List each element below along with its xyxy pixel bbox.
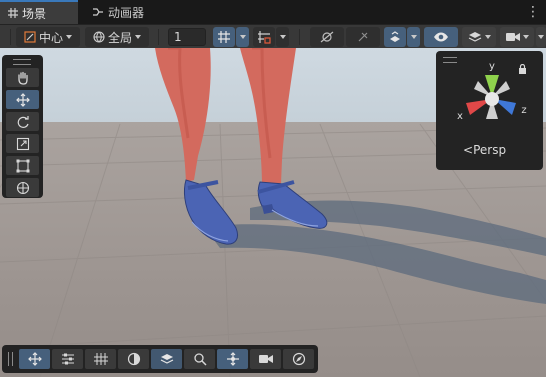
character-shadow	[205, 200, 546, 304]
space-dropdown[interactable]: 全局	[85, 27, 149, 47]
pivot-center-icon	[24, 31, 36, 43]
tab-animator[interactable]: 动画器	[86, 0, 150, 24]
axis-z-label: z	[521, 105, 526, 116]
camera-button[interactable]	[250, 349, 281, 369]
toolbar-overflow[interactable]	[536, 27, 546, 47]
layers-icon	[160, 354, 173, 364]
character-legs	[155, 48, 296, 186]
axis-y-label: y	[489, 61, 495, 72]
increment-snap-icon	[258, 31, 271, 44]
transform-tool-button[interactable]	[6, 178, 39, 197]
rect-icon	[16, 159, 29, 172]
chevron-down-icon	[66, 35, 72, 39]
space-label: 全局	[107, 30, 132, 45]
sliders-icon	[61, 353, 74, 365]
orientation-gizmo[interactable]: y x z <Persp	[436, 51, 543, 170]
fx-toggle[interactable]	[346, 27, 380, 47]
projection-toggle[interactable]: <Persp	[463, 143, 506, 157]
chevron-down-icon	[135, 35, 141, 39]
toolbar-separator	[158, 29, 159, 45]
draw-mode-toggle[interactable]	[310, 27, 344, 47]
grid-snapping-toggle[interactable]	[213, 27, 235, 47]
axis-x-label: x	[457, 111, 463, 122]
shading-icon	[127, 352, 140, 366]
scene-visibility-icon	[390, 31, 400, 42]
chevron-down-icon	[279, 35, 286, 39]
pivot-dropdown[interactable]: 中心	[16, 27, 80, 47]
move-icon	[15, 92, 30, 107]
gizmo-icon	[226, 352, 239, 366]
chevron-down-icon	[538, 35, 544, 39]
globe-icon	[93, 31, 105, 43]
grid-snap-button[interactable]	[85, 349, 116, 369]
layers-dropdown[interactable]	[462, 27, 496, 47]
sliders-button[interactable]	[52, 349, 83, 369]
chevron-down-icon	[522, 35, 529, 39]
compass-icon	[292, 352, 305, 366]
hidden-objects-toggle[interactable]	[424, 27, 458, 47]
eye-icon	[434, 32, 448, 42]
move-icon	[27, 352, 42, 366]
scene-visibility-toggle[interactable]	[384, 27, 406, 47]
perspective-icon: <	[463, 143, 474, 157]
grid-icon	[8, 8, 18, 18]
chevron-down-icon	[484, 35, 491, 39]
rotate-tool-button[interactable]	[6, 112, 39, 131]
view-tool-button[interactable]	[6, 68, 39, 87]
overlay-grip[interactable]	[8, 352, 13, 366]
tab-bar: 场景 动画器 ⋮	[0, 0, 546, 24]
grid-snap-icon	[218, 31, 230, 43]
rotate-icon	[17, 115, 29, 128]
overlay-grip[interactable]	[13, 59, 31, 65]
grid-snap-icon	[93, 353, 108, 365]
draw-mode-icon	[320, 31, 334, 43]
tab-scene-label: 场景	[22, 6, 47, 21]
scale-tool-button[interactable]	[6, 134, 39, 153]
search-icon	[193, 353, 207, 366]
increment-snap-dropdown[interactable]	[276, 27, 289, 47]
tools-overlay	[2, 55, 43, 198]
fx-icon	[358, 32, 368, 42]
increment-snap-toggle[interactable]	[253, 27, 275, 47]
chevron-down-icon	[410, 35, 417, 39]
rect-tool-button[interactable]	[6, 156, 39, 175]
transform-icon	[16, 181, 29, 194]
tab-animator-label: 动画器	[108, 5, 145, 20]
layers-icon	[468, 32, 481, 42]
more-menu-icon[interactable]: ⋮	[526, 3, 540, 21]
toolbar-separator	[299, 29, 300, 45]
gizmos-button[interactable]	[217, 349, 248, 369]
move-tool-button[interactable]	[6, 90, 39, 109]
scene-toolbar: 中心 全局 1	[0, 24, 546, 48]
hand-icon	[17, 71, 28, 85]
toolbar-grip	[10, 29, 11, 45]
grid-snapping-dropdown[interactable]	[236, 27, 249, 47]
shading-mode-button[interactable]	[118, 349, 149, 369]
camera-icon	[258, 355, 273, 363]
bottom-overlay-toolbar	[2, 345, 318, 373]
axis-gizmo[interactable]: y x z	[454, 59, 530, 135]
pivot-label: 中心	[38, 30, 63, 45]
scene-visibility-dropdown[interactable]	[407, 27, 420, 47]
projection-label: Persp	[473, 143, 507, 157]
snap-increment-field[interactable]: 1	[168, 28, 206, 46]
layers-button[interactable]	[151, 349, 182, 369]
move-toggle-button[interactable]	[19, 349, 50, 369]
animator-icon	[93, 8, 103, 16]
camera-dropdown[interactable]	[500, 27, 534, 47]
scale-icon	[16, 137, 29, 150]
compass-button[interactable]	[283, 349, 314, 369]
search-button[interactable]	[184, 349, 215, 369]
tab-scene[interactable]: 场景	[0, 0, 78, 24]
camera-icon	[505, 33, 520, 41]
chevron-down-icon	[239, 35, 246, 39]
